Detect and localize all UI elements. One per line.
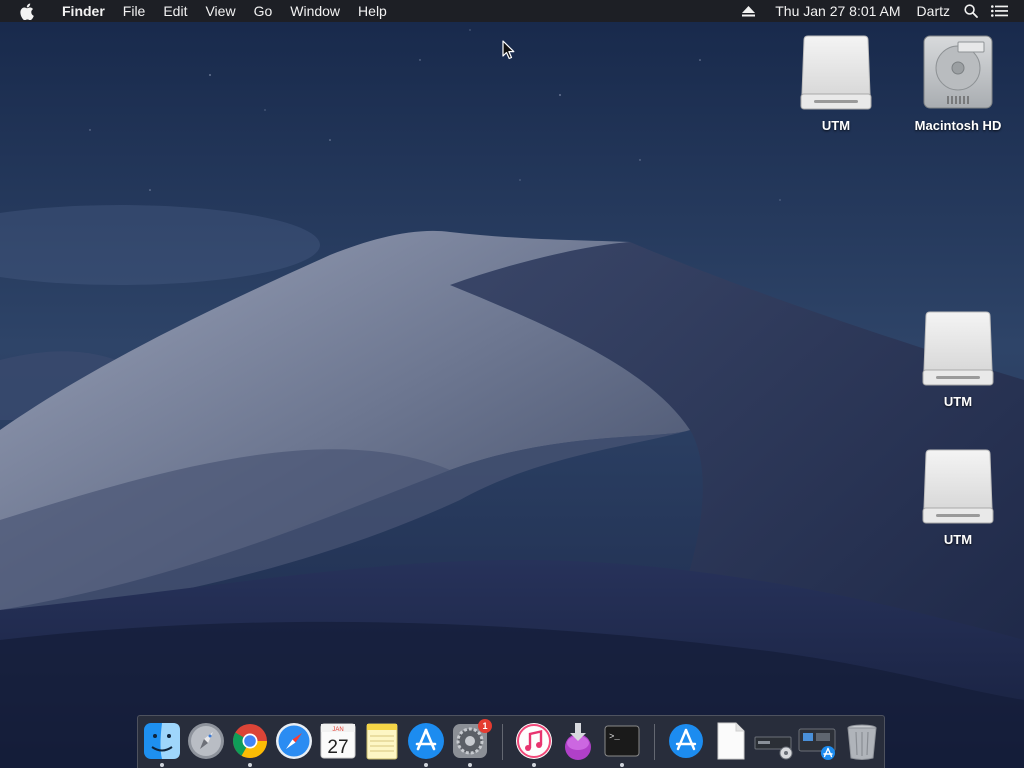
notification-center-icon[interactable] — [984, 0, 1014, 22]
desktop-icon-label: UTM — [943, 532, 973, 547]
dock-separator — [654, 724, 655, 760]
desktop-icon-utm-3[interactable]: UTM — [903, 448, 1013, 547]
terminal-prompt: >_ — [609, 732, 620, 742]
dock-app-store[interactable] — [406, 721, 446, 767]
desktop-icon-label: UTM — [943, 394, 973, 409]
desktop-icon-label: UTM — [821, 118, 851, 133]
dock-app-store-stack[interactable] — [666, 721, 706, 761]
calendar-day: 27 — [327, 737, 348, 758]
dock-launchpad[interactable] — [186, 721, 226, 761]
dock-installer[interactable] — [558, 721, 598, 761]
dock-chrome[interactable] — [230, 721, 270, 767]
external-drive-icon — [922, 311, 994, 386]
terminal-icon: >_ — [604, 725, 640, 757]
calendar-icon: JAN 27 — [320, 723, 356, 759]
itunes-icon — [516, 723, 552, 759]
trash-icon — [847, 724, 877, 760]
menu-help[interactable]: Help — [349, 0, 396, 22]
running-indicator — [468, 763, 472, 767]
menu-app-finder[interactable]: Finder — [53, 0, 114, 22]
app-store-folder-icon — [669, 724, 703, 758]
installer-icon — [565, 723, 591, 760]
dock-finder[interactable] — [142, 721, 182, 767]
calendar-month: JAN — [332, 727, 343, 733]
dock-disk-utility-stack[interactable] — [754, 721, 794, 761]
external-drive-icon — [922, 449, 994, 524]
chrome-icon — [233, 724, 267, 758]
apple-menu-icon[interactable] — [19, 2, 35, 20]
desktop-icon-utm-2[interactable]: UTM — [903, 310, 1013, 409]
dock-safari[interactable] — [274, 721, 314, 761]
dock-terminal[interactable]: >_ — [602, 721, 642, 767]
menu-file[interactable]: File — [114, 0, 155, 22]
menubar-user[interactable]: Dartz — [909, 0, 958, 22]
menu-go[interactable]: Go — [245, 0, 282, 22]
eject-icon[interactable] — [735, 0, 761, 22]
notes-icon — [366, 723, 398, 760]
menu-view[interactable]: View — [196, 0, 244, 22]
notification-badge: 1 — [478, 719, 492, 733]
dock: JAN 27 1 >_ — [137, 715, 885, 768]
running-indicator — [532, 763, 536, 767]
menu-bar: Finder File Edit View Go Window Help Thu… — [0, 0, 1024, 22]
spotlight-search-icon[interactable] — [958, 0, 984, 22]
desktop-icon-macintosh-hd[interactable]: Macintosh HD — [903, 34, 1013, 133]
installer-stack-icon — [798, 728, 836, 760]
dock-itunes[interactable] — [514, 721, 554, 767]
menu-window[interactable]: Window — [281, 0, 349, 22]
running-indicator — [248, 763, 252, 767]
dock-document[interactable] — [710, 721, 750, 761]
dock-calendar[interactable]: JAN 27 — [318, 721, 358, 761]
launchpad-icon — [188, 723, 224, 759]
app-store-icon — [408, 723, 444, 759]
running-indicator — [424, 763, 428, 767]
running-indicator — [160, 763, 164, 767]
dock-notes[interactable] — [362, 721, 402, 761]
mouse-pointer-icon — [502, 40, 515, 60]
dock-installer-stack[interactable] — [798, 721, 838, 761]
dock-trash[interactable] — [842, 721, 882, 761]
desktop-icon-utm-1[interactable]: UTM — [781, 34, 891, 133]
finder-icon — [144, 723, 180, 759]
safari-icon — [276, 723, 312, 759]
running-indicator — [620, 763, 624, 767]
disk-utility-icon — [754, 736, 793, 760]
dock-system-preferences[interactable]: 1 — [450, 719, 492, 767]
external-drive-icon — [800, 35, 872, 110]
desktop-icon-label: Macintosh HD — [914, 118, 1002, 133]
hard-drive-icon — [923, 35, 993, 109]
menu-edit[interactable]: Edit — [154, 0, 196, 22]
dock-separator — [502, 724, 503, 760]
menubar-clock[interactable]: Thu Jan 27 8:01 AM — [767, 0, 908, 22]
document-icon — [717, 722, 745, 760]
